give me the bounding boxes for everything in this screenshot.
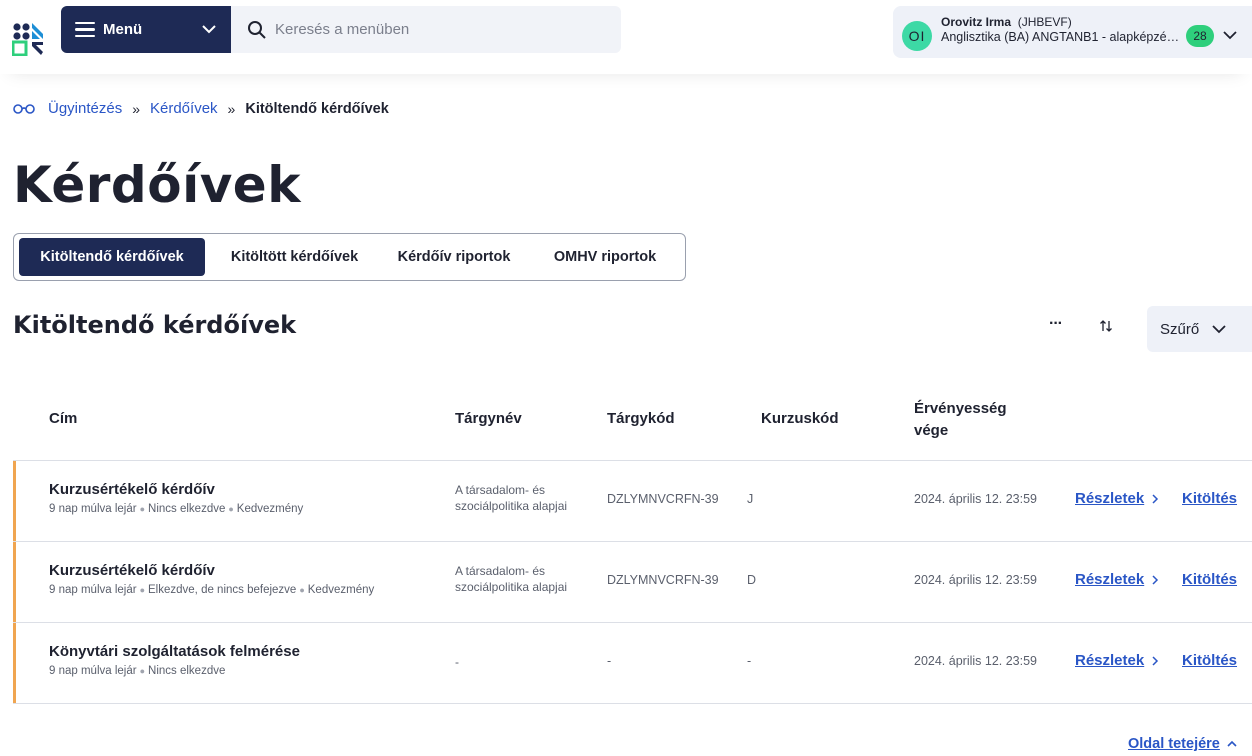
details-label: Részletek [1075,571,1145,588]
top-header: Menü OI Orovitz Irma (JHBEVF) Anglisztik… [0,0,1252,74]
details-label: Részletek [1075,652,1145,669]
row-meta-item: Nincs elkezdve [148,503,226,515]
row-meta-item: Elkezdve, de nincs befejezve [148,584,297,596]
row-course-code: J [747,492,754,506]
tab-bar: Kitöltendő kérdőívek Kitöltött kérdőívek… [13,233,686,281]
row-subject-code: - [607,654,612,668]
details-link[interactable]: Részletek [1075,571,1160,588]
menu-label: Menü [103,21,143,38]
tab-kitoltott[interactable]: Kitöltött kérdőívek [212,238,377,276]
column-header-valid-until[interactable]: Érvényesség vége [914,398,1007,442]
back-to-top-link[interactable]: Oldal tetejére [1128,736,1238,752]
menu-search [231,6,621,53]
filter-label: Szűrő [1160,320,1200,338]
row-title: Könyvtári szolgáltatások felmérése [49,643,300,660]
avatar: OI [902,21,932,51]
row-valid-until: 2024. április 12. 23:59 [914,492,1038,506]
tab-kitoltendo[interactable]: Kitöltendő kérdőívek [19,238,205,276]
row-subject-code: DZLYMNVCRFN-39 [607,492,719,506]
row-meta-item: Kedvezmény [307,584,375,596]
breadcrumb-current: Kitöltendő kérdőívek [245,100,389,117]
search-input[interactable] [275,21,595,38]
sort-icon[interactable] [1098,318,1114,334]
page-title: Kérdőívek [13,156,301,214]
search-icon [248,20,266,39]
row-title: Kurzusértékelő kérdőív [49,481,215,498]
chevron-down-icon [1212,325,1226,334]
user-name-line: Orovitz Irma (JHBEVF) [941,15,1072,29]
user-name: Orovitz Irma [941,15,1012,29]
tab-kerdoiv-riportok[interactable]: Kérdőív riportok [384,238,524,276]
menu-button[interactable]: Menü [61,6,231,53]
row-subject-line: szociálpolitika alapjai [455,580,568,594]
table-row: Könyvtári szolgáltatások felmérése 9 nap… [13,622,1252,703]
user-code: (JHBEVF) [1017,15,1072,29]
breadcrumb-link-kerdoivek[interactable]: Kérdőívek [150,100,218,117]
breadcrumb: Ügyintézés » Kérdőívek » Kitöltendő kérd… [12,100,389,117]
row-course-code: D [747,573,757,587]
row-title: Kurzusértékelő kérdőív [49,562,215,579]
row-subject-name: A társadalom- és szociálpolitika alapjai [455,563,595,595]
chevron-right-icon [1152,574,1159,585]
row-course-code: - [747,654,752,668]
row-meta-item: Kedvezmény [236,503,304,515]
chevron-right-icon [1152,493,1159,504]
row-meta: 9 nap múlva lejár ● Nincs elkezdve [49,665,226,677]
breadcrumb-separator: » [227,100,236,117]
row-meta-item: 9 nap múlva lejár [49,665,137,677]
more-options-icon[interactable]: ··· [1049,315,1063,333]
chevron-right-icon [1152,655,1159,666]
hamburger-icon [75,21,95,38]
row-status-bar [13,461,16,541]
column-header-subject-code[interactable]: Tárgykód [607,410,675,427]
row-meta-item: Nincs elkezdve [148,665,226,677]
row-subject-line: A társadalom- és [455,564,546,578]
column-header-valid-line1: Érvényesség [914,400,1007,417]
tab-omhv-riportok[interactable]: OMHV riportok [532,238,678,276]
row-subject-name: - [455,654,595,670]
breadcrumb-separator: » [132,100,140,117]
row-subject-line: szociálpolitika alapjai [455,499,568,513]
table-row: Kurzusértékelő kérdőív 9 nap múlva lejár… [13,541,1252,622]
row-status-bar [13,623,16,703]
fill-link[interactable]: Kitöltés [1182,571,1237,588]
row-status-bar [13,542,16,622]
table-bottom-divider [13,703,1252,704]
column-header-title[interactable]: Cím [49,410,77,427]
app-logo-icon[interactable] [12,22,46,56]
fill-link[interactable]: Kitöltés [1182,652,1237,669]
row-valid-until: 2024. április 12. 23:59 [914,654,1038,668]
glasses-icon [13,103,35,114]
row-meta: 9 nap múlva lejár ● Nincs elkezdve ● Kedvezm… [49,503,304,515]
notification-badge[interactable]: 28 [1186,25,1214,47]
back-to-top-label: Oldal tetejére [1128,736,1220,752]
row-meta-item: 9 nap múlva lejár [49,584,137,596]
breadcrumb-link-ugyintezes[interactable]: Ügyintézés [48,100,122,117]
details-label: Részletek [1075,490,1145,507]
chevron-up-icon [1227,740,1237,747]
column-header-course-code[interactable]: Kurzuskód [761,410,839,427]
row-meta: 9 nap múlva lejár ● Elkezdve, de nincs bef… [49,584,375,596]
row-subject-line: A társadalom- és [455,483,546,497]
row-meta-item: 9 nap múlva lejár [49,503,137,515]
details-link[interactable]: Részletek [1075,652,1160,669]
column-header-valid-line2: vége [914,422,949,439]
details-link[interactable]: Részletek [1075,490,1160,507]
filter-button[interactable]: Szűrő [1147,306,1252,352]
row-subject-name: A társadalom- és szociálpolitika alapjai [455,482,595,514]
row-subject-code: DZLYMNVCRFN-39 [607,573,719,587]
table-row: Kurzusértékelő kérdőív 9 nap múlva lejár… [13,460,1252,541]
row-valid-until: 2024. április 12. 23:59 [914,573,1038,587]
chevron-down-icon [202,25,216,34]
chevron-down-icon [1223,31,1237,40]
column-header-subject-name[interactable]: Tárgynév [455,410,522,427]
user-program: Anglisztika (BA) ANGTANB1 - alapképzés (… [941,30,1181,44]
row-subject-line: - [455,655,459,669]
fill-link[interactable]: Kitöltés [1182,490,1237,507]
section-title: Kitöltendő kérdőívek [13,311,297,339]
user-profile-button[interactable]: OI Orovitz Irma (JHBEVF) Anglisztika (BA… [893,6,1252,58]
